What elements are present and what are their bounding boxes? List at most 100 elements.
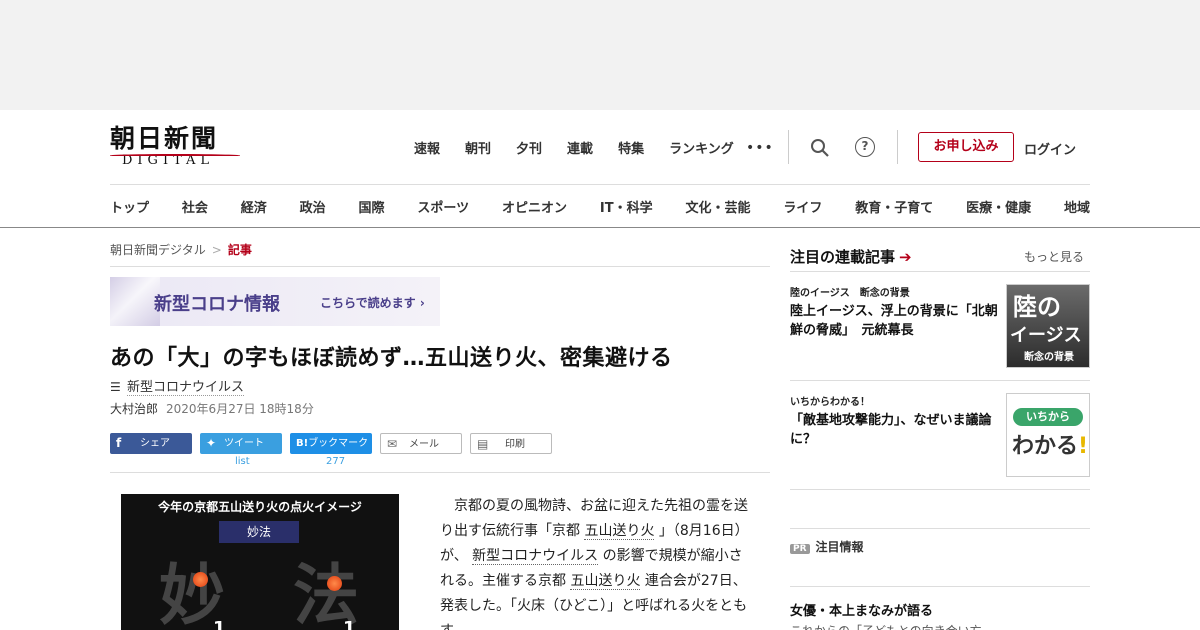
print-button[interactable]: ▤ 印刷 (470, 433, 552, 454)
pr-item-title[interactable]: 女優・本上まなみが語る (790, 600, 933, 619)
help-icon[interactable]: ? (855, 137, 875, 157)
thumb-exclaim: ! (1078, 434, 1089, 459)
print-icon: ▤ (477, 437, 489, 451)
article-body: 京都の夏の風物詩、お盆に迎えた先祖の霊を送り出す伝統行事「京都 五山送り火 」（… (440, 494, 752, 630)
figure-kanji-myo: 妙 (159, 556, 225, 630)
sidebar-more-link[interactable]: もっと見る (1024, 248, 1084, 265)
hatena-bookmark-button[interactable]: B!ブックマーク (290, 433, 372, 454)
thumb-pill: いちから (1013, 408, 1083, 426)
divider (790, 271, 1090, 272)
ad-banner (0, 0, 1200, 110)
pr-item-sub[interactable]: これからの「子どもとの向き合い方 (790, 622, 982, 630)
login-link[interactable]: ログイン (1024, 139, 1076, 158)
thumb-text: 陸の (1013, 293, 1061, 321)
link-gozan[interactable]: 五山送り火 (584, 523, 655, 540)
divider (788, 130, 789, 164)
top-nav-yukan[interactable]: 夕刊 (516, 138, 542, 157)
thumb-text: 断念の背景 (1024, 352, 1074, 363)
facebook-share-label: シェア (140, 438, 170, 449)
sidebar-item-title: 陸上イージス、浮上の背景に「北朝鮮の脅威」 元統幕長 (790, 304, 998, 338)
facebook-share-button[interactable]: f シェア (110, 433, 192, 454)
breadcrumb-current: 記事 (227, 243, 252, 257)
figure-num-2: 1 (343, 618, 356, 630)
cat-shakai[interactable]: 社会 (182, 197, 208, 216)
list-icon: ☰ (110, 380, 121, 394)
hatena-count[interactable]: 277 (326, 456, 345, 467)
fire-dot (327, 576, 342, 591)
article-figure[interactable]: 今年の京都五山送り火の点火イメージ 妙法 妙 法 1 1 (121, 494, 399, 630)
cat-opinion[interactable]: オピニオン (502, 197, 567, 216)
sidebar-item[interactable]: いちからわかる！ 「敵基地攻撃能力」、なぜいま議論に？ (790, 393, 1002, 449)
twitter-count[interactable]: list (235, 456, 250, 467)
top-nav-choukan[interactable]: 朝刊 (465, 138, 491, 157)
thumb-word-text: わかる (1012, 434, 1079, 459)
sidebar-item[interactable]: 陸のイージス 断念の背景 陸上イージス、浮上の背景に「北朝鮮の脅威」 元統幕長 (790, 284, 1002, 340)
sidebar-item-series: 陸のイージス 断念の背景 (790, 288, 910, 299)
sidebar-item-title: 「敵基地攻撃能力」、なぜいま議論に？ (790, 413, 992, 447)
logo-jp: 朝日新聞 (110, 124, 219, 153)
mail-share-button[interactable]: ✉ メール (380, 433, 462, 454)
author: 大村治郎 (110, 402, 159, 416)
subscribe-button[interactable]: お申し込み (918, 132, 1014, 162)
fire-dot (193, 572, 208, 587)
twitter-share-label: ツイート (224, 438, 264, 449)
cat-iryo[interactable]: 医療・健康 (966, 197, 1031, 216)
pr-badge: PR (790, 544, 810, 554)
cat-seiji[interactable]: 政治 (300, 197, 326, 216)
cat-sports[interactable]: スポーツ (417, 197, 469, 216)
sidebar-thumb-ichikara[interactable]: いちから わかる! (1006, 393, 1090, 477)
figure-caption: 今年の京都五山送り火の点火イメージ (158, 500, 362, 514)
asahi-logo[interactable]: 朝日新聞 DIGITAL (110, 124, 242, 172)
site-header: 朝日新聞 DIGITAL 速報 朝刊 夕刊 連載 特集 ランキング ••• ? … (0, 110, 1200, 228)
cat-life[interactable]: ライフ (783, 197, 822, 216)
hatena-label: ブックマーク (308, 438, 369, 449)
twitter-icon: ✦ (206, 436, 217, 450)
top-nav-rensai[interactable]: 連載 (567, 138, 593, 157)
figure-tag: 妙法 (219, 521, 299, 543)
link-gozan-2[interactable]: 五山送り火 (570, 573, 641, 590)
cat-kokusai[interactable]: 国際 (359, 197, 385, 216)
byline: 大村治郎 2020年6月27日 18時18分 (110, 400, 314, 417)
cat-it[interactable]: IT・科学 (600, 197, 653, 216)
cat-bunka[interactable]: 文化・芸能 (685, 197, 750, 216)
mail-label: メール (409, 439, 439, 450)
header-divider (110, 184, 1090, 185)
print-label: 印刷 (505, 439, 525, 450)
figure-num-1: 1 (213, 618, 226, 630)
corona-banner-link: こちらで読めます › (320, 296, 425, 310)
divider (110, 266, 770, 267)
twitter-share-button[interactable]: ✦ ツイート (200, 433, 282, 454)
cat-top[interactable]: トップ (110, 197, 149, 216)
mail-icon: ✉ (387, 437, 398, 451)
topic-link[interactable]: ☰ 新型コロナウイルス (110, 376, 245, 396)
cat-keizai[interactable]: 経済 (241, 197, 267, 216)
search-icon[interactable] (810, 138, 830, 158)
breadcrumb-home[interactable]: 朝日新聞デジタル (110, 243, 206, 257)
banner-ribbon (110, 277, 160, 326)
breadcrumb-sep: > (211, 243, 222, 257)
divider (790, 528, 1090, 529)
facebook-icon: f (116, 436, 122, 450)
sidebar-thumb-rikuno[interactable]: 陸の イージス 断念の背景 (1006, 284, 1090, 368)
hatena-icon: B! (296, 438, 309, 449)
category-nav: トップ 社会 経済 政治 国際 スポーツ オピニオン IT・科学 文化・芸能 ラ… (110, 197, 1090, 216)
figure-kanji-ho: 法 (293, 556, 359, 630)
top-nav-ranking[interactable]: ランキング (669, 138, 734, 157)
sidebar-item-series: いちからわかる！ (790, 397, 870, 408)
top-nav-sokuho[interactable]: 速報 (414, 138, 440, 157)
pr-label: 注目情報 (815, 540, 864, 554)
cat-chiiki[interactable]: 地域 (1064, 197, 1090, 216)
corona-info-banner[interactable]: 新型コロナ情報 こちらで読めます › (110, 277, 440, 326)
corona-banner-title: 新型コロナ情報 (154, 294, 280, 315)
sidebar-heading[interactable]: 注目の連載記事 ➔ (790, 246, 912, 267)
top-nav-tokushu[interactable]: 特集 (618, 138, 644, 157)
publish-date: 2020年6月27日 18時18分 (166, 402, 314, 416)
arrow-right-icon: ➔ (899, 248, 912, 266)
more-icon[interactable]: ••• (746, 140, 774, 156)
topic-label: 新型コロナウイルス (127, 380, 245, 396)
divider (790, 489, 1090, 490)
cat-kyoiku[interactable]: 教育・子育て (855, 197, 933, 216)
sidebar-heading-label: 注目の連載記事 (790, 248, 896, 266)
divider (110, 472, 770, 473)
link-corona[interactable]: 新型コロナウイルス (472, 548, 599, 565)
